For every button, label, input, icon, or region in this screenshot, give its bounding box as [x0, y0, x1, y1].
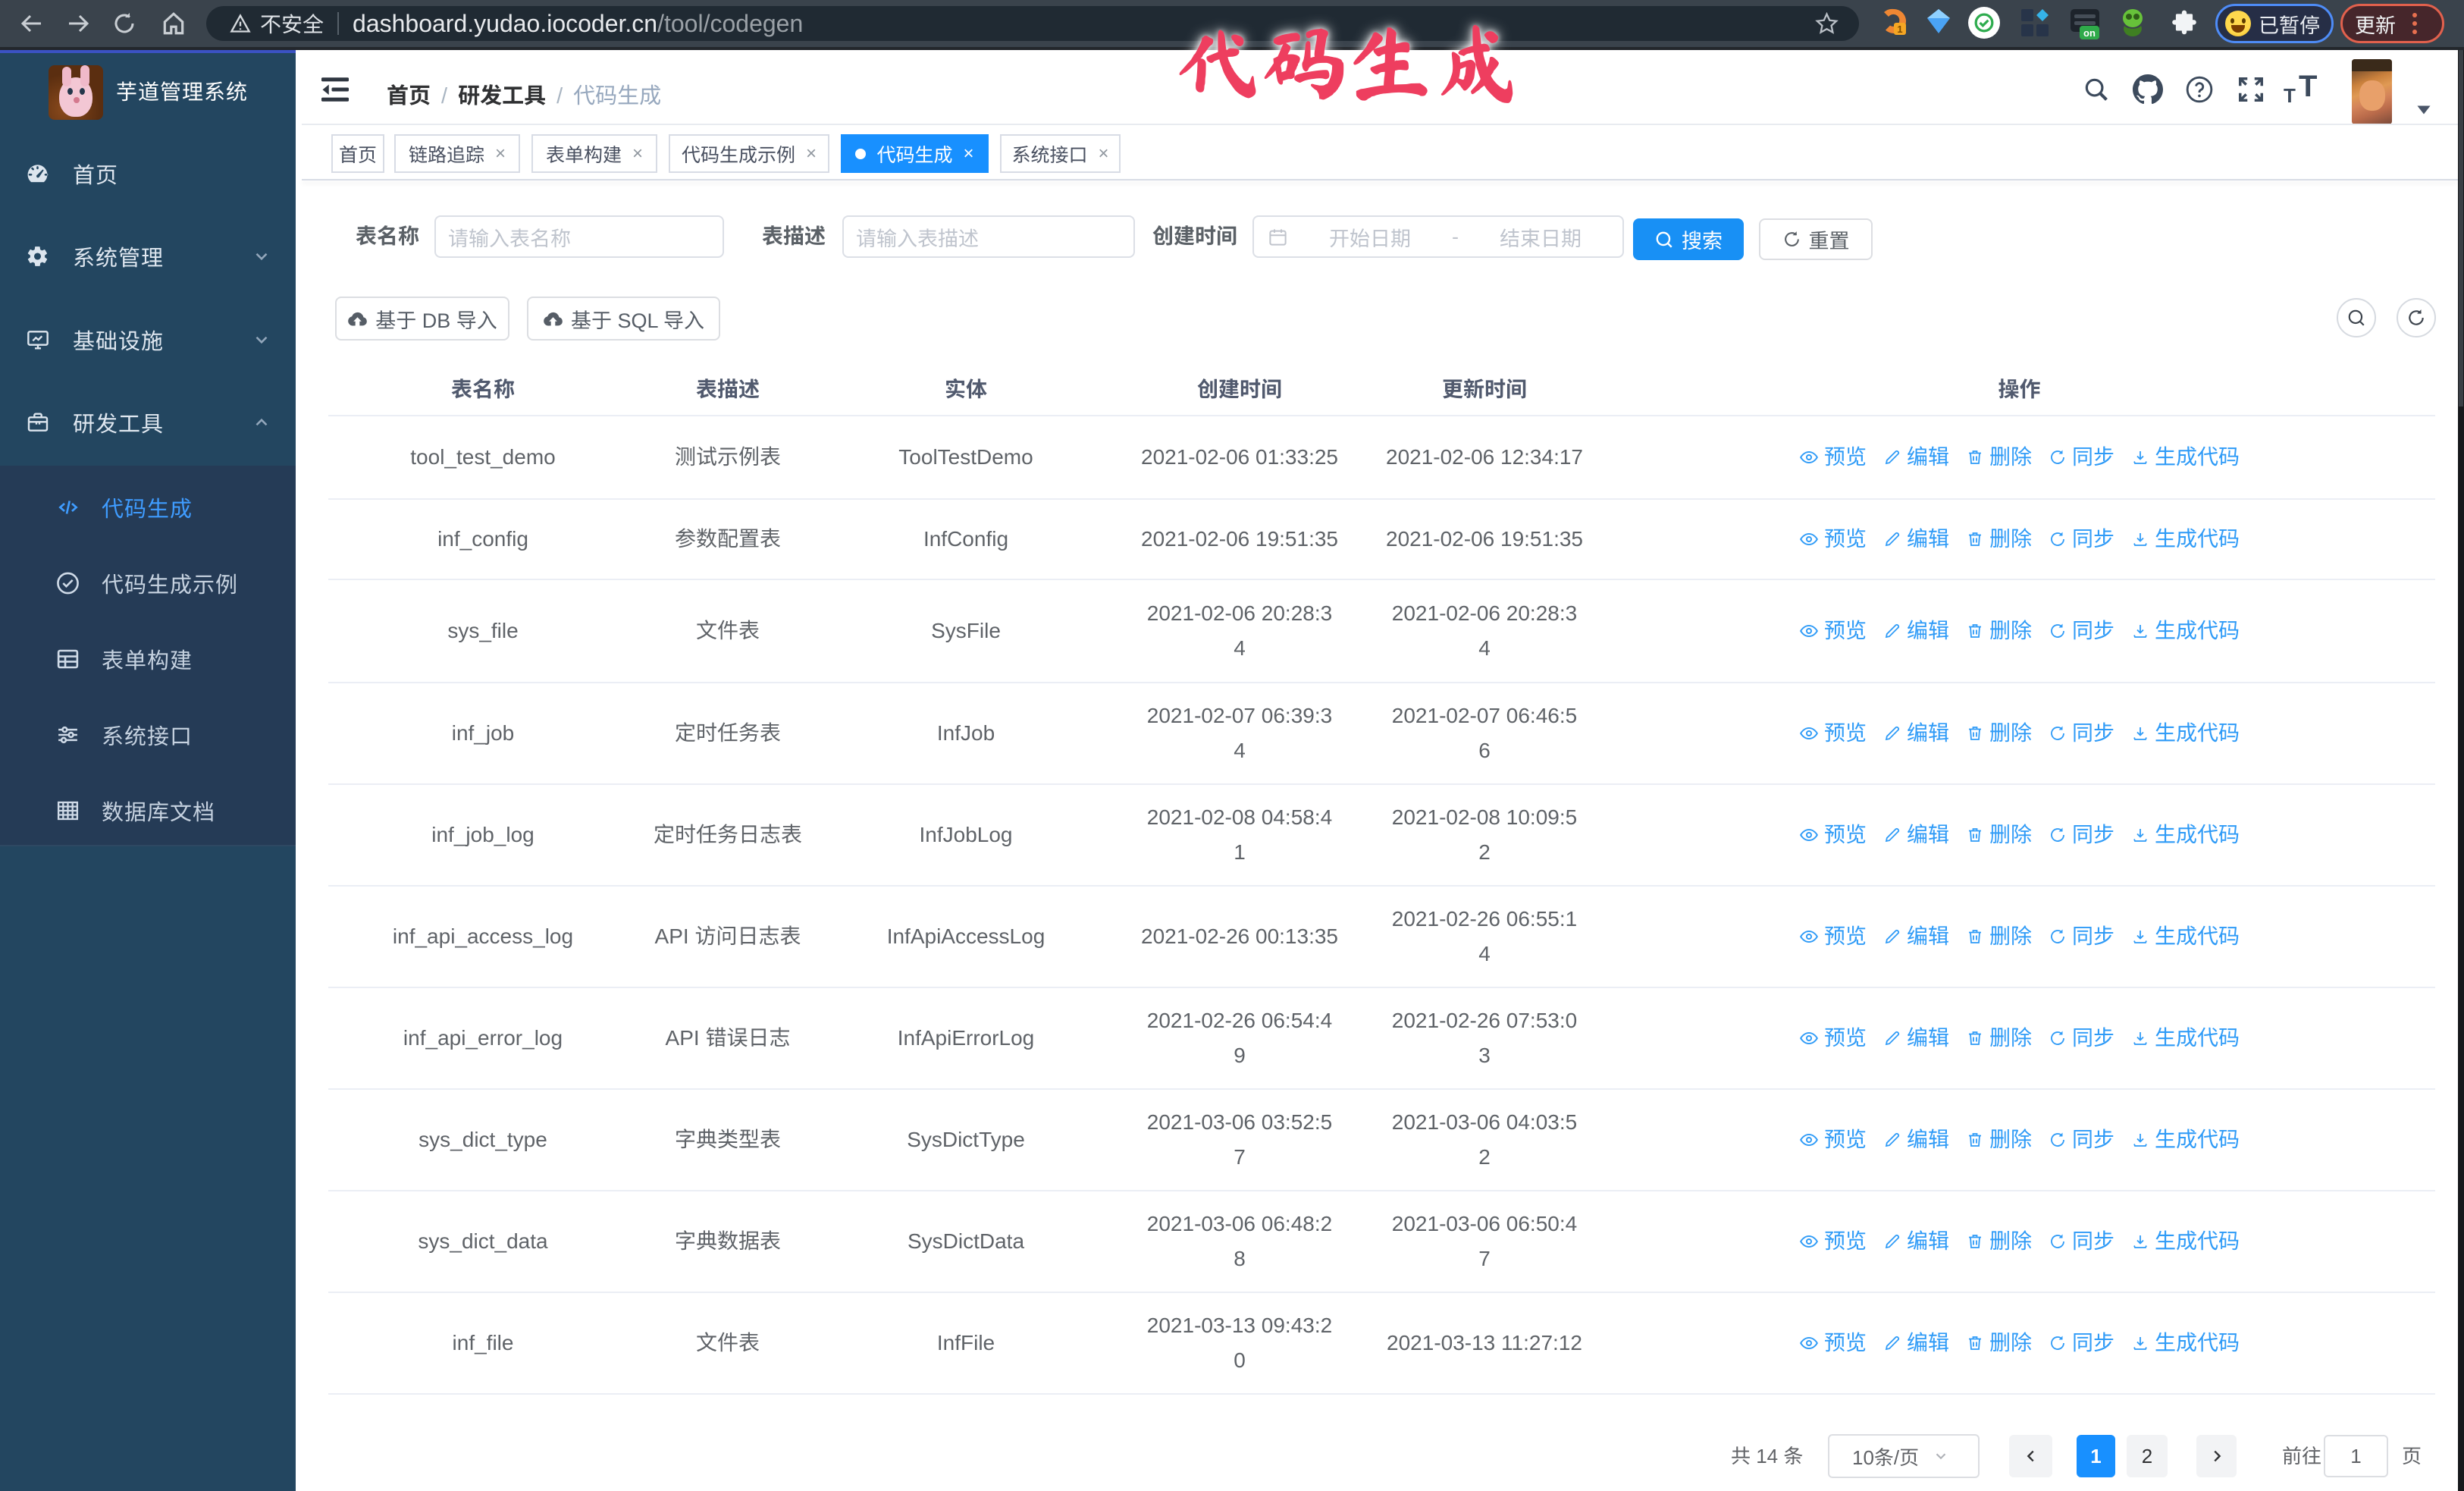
- svg-text:on: on: [2083, 27, 2096, 39]
- svg-text:1: 1: [1897, 24, 1902, 35]
